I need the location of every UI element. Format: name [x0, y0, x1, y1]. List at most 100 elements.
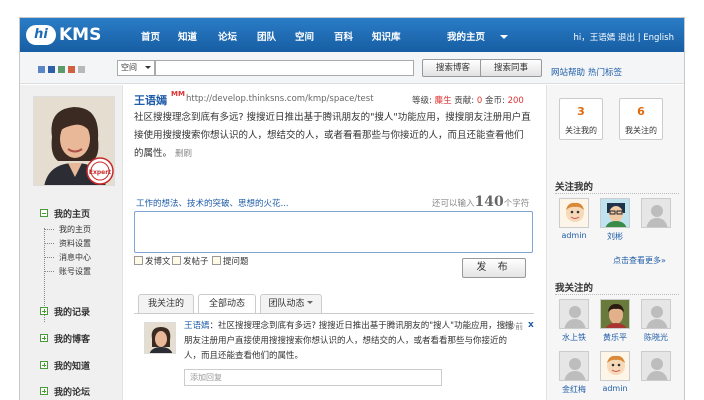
- nav-zhidao[interactable]: 知道: [178, 18, 197, 52]
- submenu-message-center[interactable]: 消息中心: [59, 252, 91, 263]
- contrib-label: 贡献:: [454, 96, 475, 106]
- expand-icon[interactable]: [40, 334, 48, 342]
- profile-name[interactable]: 王语嫣: [134, 92, 167, 108]
- profile-url[interactable]: http://develop.thinksns.com/kmp/space/te…: [186, 94, 374, 104]
- following-count-box[interactable]: 6 我关注的: [619, 98, 663, 140]
- search-colleague-button[interactable]: 搜索同事: [480, 59, 542, 77]
- tree-branch: [44, 243, 54, 244]
- user-name[interactable]: 金红梅: [552, 384, 596, 395]
- feed-author[interactable]: 王语嫣: [184, 321, 210, 331]
- nav-forum[interactable]: 论坛: [218, 18, 237, 52]
- gold-label: 金币:: [485, 96, 505, 106]
- logout-link[interactable]: 退出: [618, 33, 635, 43]
- user-avatar-placeholder[interactable]: [641, 299, 671, 329]
- left-sidebar: Expert 我的主页 我的主页 资料设置 消息中心 账号设置 我的记录 我的博…: [20, 85, 123, 400]
- edit-icon: [134, 256, 143, 265]
- user-avatar-placeholder[interactable]: [641, 198, 671, 228]
- chevron-down-icon: [500, 35, 508, 39]
- mm-badge: MM: [171, 90, 185, 98]
- followers-count: 3: [577, 105, 585, 118]
- post-blog-tool[interactable]: 发博文: [134, 255, 171, 267]
- gold-value: 200: [507, 96, 524, 106]
- count-value: 140: [474, 194, 504, 210]
- search-scope-select[interactable]: 空间: [117, 60, 155, 76]
- see-more-link[interactable]: 点击查看更多»: [613, 255, 666, 266]
- user-avatar-placeholder[interactable]: [559, 299, 589, 329]
- feed-time: 2秒前: [502, 322, 524, 331]
- hot-tags-link[interactable]: 热门标签: [588, 66, 622, 78]
- expand-icon[interactable]: [40, 361, 48, 369]
- close-icon[interactable]: x: [528, 320, 534, 330]
- feed-avatar[interactable]: [144, 322, 176, 354]
- theme-swatch-green[interactable]: [58, 66, 65, 73]
- tab-divider: [134, 313, 534, 314]
- delete-link[interactable]: 删刷: [175, 149, 192, 159]
- user-avatar-admin[interactable]: [600, 351, 630, 381]
- menu-my-forum[interactable]: 我的论坛: [54, 385, 90, 398]
- post-thread-label: 发帖子: [183, 257, 209, 267]
- feed-content: 社区搜搜理念到底有多远? 搜搜近日推出基于腾讯朋友的"搜人"功能应用，搜搜朋友注…: [184, 321, 514, 361]
- menu-my-zhidao[interactable]: 我的知道: [54, 359, 90, 372]
- feed-item-text: 王语嫣：社区搜搜理念到底有多远? 搜搜近日推出基于腾讯朋友的"搜人"功能应用，搜…: [184, 321, 514, 361]
- user-avatar-admin[interactable]: [559, 198, 589, 228]
- menu-my-records[interactable]: 我的记录: [54, 305, 90, 318]
- search-blog-button[interactable]: 搜索博客: [422, 59, 484, 77]
- avatar[interactable]: Expert: [33, 96, 115, 186]
- user-avatar-placeholder[interactable]: [641, 351, 671, 381]
- user-greeting[interactable]: hi，王语嫣: [574, 33, 616, 43]
- composer-prompt: 工作的想法、技术的突破、思想的火花...: [136, 199, 289, 209]
- expand-icon[interactable]: [40, 387, 48, 395]
- menu-my-blog[interactable]: 我的博客: [54, 332, 90, 345]
- submenu-account-settings[interactable]: 账号设置: [59, 266, 91, 277]
- reply-input[interactable]: 添加回复: [184, 369, 442, 386]
- submenu-profile-settings[interactable]: 资料设置: [59, 238, 91, 249]
- tree-branch: [44, 229, 54, 230]
- search-bar: 空间 搜索博客 搜索同事 网站帮助 热门标签: [20, 52, 684, 84]
- user-name[interactable]: 水上铁: [552, 332, 596, 343]
- site-help-link[interactable]: 网站帮助: [551, 66, 585, 78]
- theme-swatch-red[interactable]: [68, 66, 75, 73]
- logo-kms: KMS: [59, 25, 102, 45]
- user-avatar-huanglp[interactable]: [600, 299, 630, 329]
- tab-all-activity[interactable]: 全部动态: [198, 294, 256, 314]
- my-home-dropdown[interactable]: 我的主页: [447, 18, 508, 52]
- user-name[interactable]: 陈晓光: [634, 332, 678, 343]
- menu-my-home[interactable]: 我的主页: [54, 207, 90, 220]
- following-count: 6: [637, 105, 645, 118]
- nav-knowledge-base[interactable]: 知识库: [372, 18, 401, 52]
- english-link[interactable]: English: [643, 33, 674, 43]
- followers-count-box[interactable]: 3 关注我的: [559, 98, 603, 140]
- user-name[interactable]: admin: [552, 231, 596, 240]
- nav-baike[interactable]: 百科: [334, 18, 353, 52]
- section-divider: [555, 193, 679, 194]
- edit-icon: [172, 256, 181, 265]
- theme-swatch-blue[interactable]: [38, 66, 45, 73]
- char-counter: 还可以输入140个字符: [432, 194, 529, 210]
- submenu-my-home[interactable]: 我的主页: [59, 224, 91, 235]
- user-avatar-placeholder[interactable]: [559, 351, 589, 381]
- search-input[interactable]: [155, 60, 414, 76]
- user-name[interactable]: 刘彬: [593, 231, 637, 242]
- nav-home[interactable]: 首页: [141, 18, 160, 52]
- collapse-icon[interactable]: [40, 209, 48, 217]
- user-name[interactable]: admin: [593, 384, 637, 393]
- expand-icon[interactable]: [40, 307, 48, 315]
- nav-team[interactable]: 团队: [257, 18, 276, 52]
- user-avatar-liubin[interactable]: [600, 198, 630, 228]
- publish-button[interactable]: 发 布: [462, 258, 526, 278]
- level-value: 麋生: [434, 96, 452, 106]
- nav-space[interactable]: 空间: [295, 18, 314, 52]
- user-name[interactable]: 黄乐平: [593, 332, 637, 343]
- ask-question-tool[interactable]: 提问题: [212, 255, 249, 267]
- post-thread-tool[interactable]: 发帖子: [172, 255, 209, 267]
- post-textarea[interactable]: [134, 211, 533, 253]
- svg-text:Expert: Expert: [89, 169, 111, 176]
- level-info: 等级: 麋生 贡献: 0 金币: 200: [412, 94, 524, 106]
- theme-swatch-navy[interactable]: [48, 66, 55, 73]
- theme-swatch-gray[interactable]: [78, 66, 85, 73]
- following-label: 我关注的: [625, 126, 657, 135]
- kms-logo[interactable]: hi KMS: [26, 23, 101, 47]
- tab-following[interactable]: 我关注的: [138, 294, 194, 313]
- status-content: 社区搜搜理念到底有多远? 搜搜近日推出基于腾讯朋友的"搜人"功能应用，搜搜朋友注…: [134, 112, 531, 159]
- tab-team-activity[interactable]: 团队动态: [260, 294, 322, 313]
